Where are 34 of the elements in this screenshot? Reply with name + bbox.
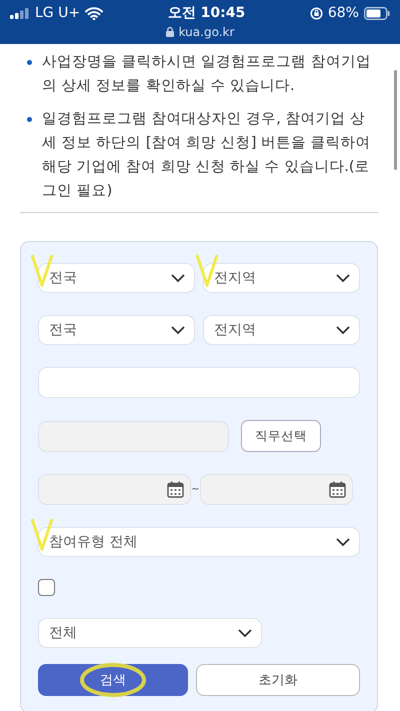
chevron-down-icon bbox=[171, 274, 185, 282]
calendar-icon[interactable] bbox=[329, 481, 346, 498]
battery-percent: 68% bbox=[328, 5, 359, 21]
region-select[interactable]: 전지역 bbox=[203, 263, 360, 293]
date-separator: ~ bbox=[191, 484, 200, 495]
keyword-field[interactable] bbox=[38, 367, 360, 398]
region-select[interactable]: 전지역 bbox=[203, 315, 360, 345]
end-date-field[interactable] bbox=[200, 474, 353, 505]
bullet-icon bbox=[27, 117, 32, 122]
checkbox[interactable] bbox=[38, 579, 55, 596]
bullet-icon bbox=[27, 60, 32, 65]
region-select[interactable]: 전국 bbox=[38, 315, 195, 345]
chevron-down-icon bbox=[238, 628, 252, 638]
chevron-down-icon bbox=[171, 326, 185, 334]
reset-button[interactable]: 초기화 bbox=[196, 664, 360, 696]
job-select-button[interactable]: 직무선택 bbox=[241, 420, 321, 452]
chevron-down-icon bbox=[336, 538, 350, 546]
chevron-down-icon bbox=[336, 326, 350, 334]
participation-type-select[interactable]: 참여유형 전체 bbox=[38, 527, 360, 557]
calendar-icon[interactable] bbox=[167, 481, 184, 498]
note-text: 사업장명을 클릭하시면 일경험프로그램 참여기업의 상세 정보를 확인하실 수 있습니다. bbox=[42, 53, 372, 96]
lock-icon bbox=[166, 27, 174, 37]
start-date-field[interactable] bbox=[38, 474, 191, 505]
note-text: 일경험프로그램 참여대상자인 경우, 참여기업 상세 정보 하단의 [참여 희망 신청] 버튼을 클릭하여 해당 기업에 참여 희망 신청 하실 수 있습니다.(로그인 필요) bbox=[42, 110, 372, 201]
carrier-name: LG U+ bbox=[35, 5, 80, 21]
url-text: kua.go.kr bbox=[178, 25, 234, 39]
filter-select[interactable]: 전체 bbox=[38, 618, 262, 648]
battery-icon bbox=[364, 6, 390, 20]
region-select[interactable]: 전국 bbox=[38, 263, 195, 293]
wifi-icon bbox=[85, 6, 104, 20]
signal-icon bbox=[10, 8, 30, 18]
rotation-lock-icon bbox=[310, 6, 323, 20]
clock-time: 오전 10:45 bbox=[168, 4, 246, 22]
chevron-down-icon bbox=[336, 274, 350, 282]
